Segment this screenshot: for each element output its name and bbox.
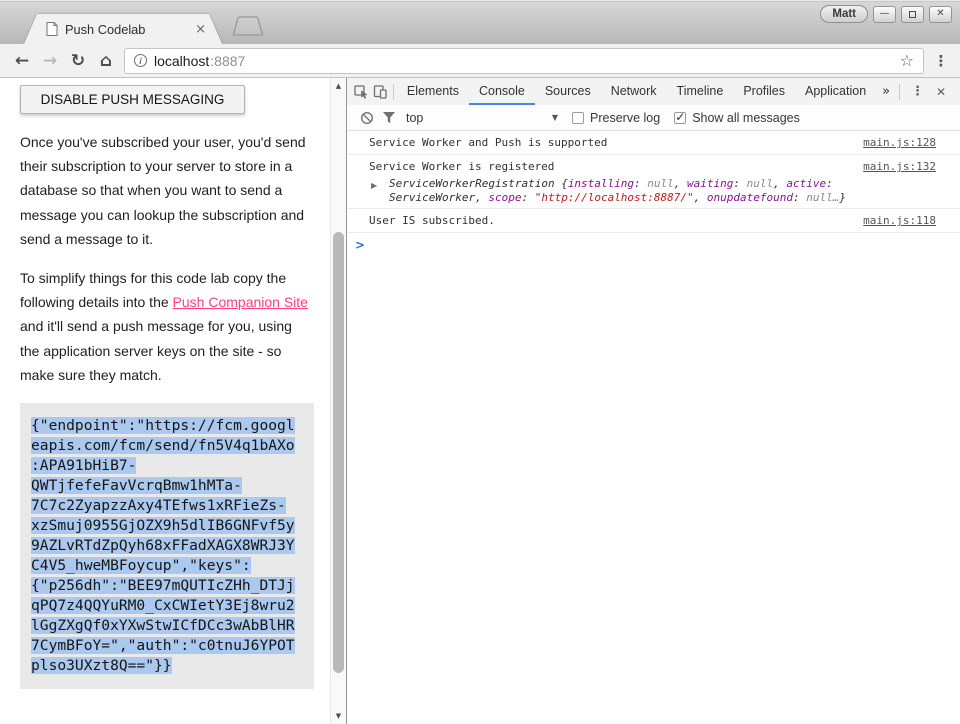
source-link[interactable]: main.js:118	[863, 213, 936, 228]
code-line: lGgZXgQf0xYXwStwICfDCc3wAbBlHR	[31, 616, 303, 636]
window-minimize-button[interactable]: —	[873, 6, 896, 23]
code-line: qPQ7z4QQYuRM0_CxCWIetY3Ej8wru2	[31, 596, 303, 616]
code-line: :APA91bHiB7-	[31, 456, 303, 476]
code-line: plso3UXzt8Q=="}}	[31, 656, 303, 676]
window-maximize-button[interactable]	[901, 6, 924, 23]
console-message-text: Service Worker is registered	[369, 160, 554, 173]
back-icon[interactable]: ←	[8, 51, 36, 71]
devtools-tabbar: ElementsConsoleSourcesNetworkTimelinePro…	[347, 78, 960, 105]
page-pane: DISABLE PUSH MESSAGING Once you've subsc…	[0, 78, 330, 724]
subscription-code-block[interactable]: {"endpoint":"https://fcm.googleapis.com/…	[20, 403, 314, 689]
code-line: 7CymBFoY=","auth":"c0tnuJ6YPOT	[31, 636, 303, 656]
home-icon[interactable]: ⌂	[92, 51, 120, 71]
console-log: Service Worker and Push is supported mai…	[347, 131, 960, 724]
context-label: top	[406, 111, 423, 125]
minimize-icon: —	[880, 9, 890, 19]
code-line: {"endpoint":"https://fcm.googl	[31, 416, 303, 436]
forward-icon[interactable]: →	[36, 51, 64, 71]
console-toolbar: top ▼ Preserve log Show all messages	[347, 105, 960, 131]
prompt-chevron-icon: >	[355, 238, 365, 252]
window-close-button[interactable]: ✕	[929, 6, 952, 23]
scrollbar-down-icon[interactable]: ▼	[331, 712, 346, 720]
code-line: 9AZLvRTdZpQyh68xFFadXAGX8WRJ3Y	[31, 536, 303, 556]
close-icon: ✕	[936, 9, 944, 19]
clear-console-icon[interactable]	[356, 111, 378, 125]
new-tab-button[interactable]	[230, 16, 264, 38]
code-line: xzSmuj0955GjOZX9h5dlIB6GNFvf5y	[31, 516, 303, 536]
devtools-tab-list: ElementsConsoleSourcesNetworkTimelinePro…	[397, 78, 876, 105]
paragraph-companion: To simplify things for this code lab cop…	[20, 266, 312, 387]
titlebar: Push Codelab × Matt — ✕	[0, 0, 960, 44]
console-message: Service Worker and Push is supported mai…	[347, 131, 960, 155]
address-bar[interactable]: i localhost :8887 ☆	[124, 48, 924, 74]
devtools-tab-network[interactable]: Network	[601, 78, 667, 105]
devtools-panel: ElementsConsoleSourcesNetworkTimelinePro…	[346, 78, 960, 724]
source-link[interactable]: main.js:132	[863, 159, 936, 174]
console-message-text: User IS subscribed.	[369, 214, 495, 227]
push-companion-link[interactable]: Push Companion Site	[173, 294, 308, 310]
inspect-element-icon[interactable]	[352, 84, 371, 99]
maximize-icon	[909, 11, 916, 18]
bookmark-star-icon[interactable]: ☆	[900, 51, 914, 70]
tab-close-icon[interactable]: ×	[195, 23, 206, 36]
console-message: User IS subscribed. main.js:118	[347, 209, 960, 233]
url-host: localhost	[154, 53, 209, 69]
nav-toolbar: ← → ↻ ⌂ i localhost :8887 ☆ ⋮	[0, 44, 960, 78]
paragraph-companion-after: and it'll send a push message for you, u…	[20, 318, 292, 382]
content-area: DISABLE PUSH MESSAGING Once you've subsc…	[0, 78, 960, 724]
code-line: eapis.com/fcm/send/fn5V4q1bAXo	[31, 436, 303, 456]
scrollbar-thumb[interactable]	[333, 232, 344, 673]
devtools-tab-elements[interactable]: Elements	[397, 78, 469, 105]
devtools-close-icon[interactable]: ✕	[932, 85, 955, 99]
page-info-icon[interactable]: i	[134, 54, 147, 67]
devtools-tab-console[interactable]: Console	[469, 78, 535, 105]
console-message: Service Worker is registered main.js:132…	[347, 155, 960, 209]
show-all-messages-label: Show all messages	[692, 111, 800, 125]
code-line: C4V5_hweMBFoycup","keys":	[31, 556, 303, 576]
device-toolbar-icon[interactable]	[371, 84, 390, 99]
source-link[interactable]: main.js:128	[863, 135, 936, 150]
code-line: QWTjfefeFavVcrqBmw1hMTa-	[31, 476, 303, 496]
toolbar-divider	[393, 84, 394, 100]
devtools-tab-application[interactable]: Application	[795, 78, 876, 105]
tab-title: Push Codelab	[65, 22, 188, 37]
profile-button[interactable]: Matt	[820, 5, 868, 23]
filter-icon[interactable]	[378, 111, 400, 124]
browser-window: Push Codelab × Matt — ✕ ← → ↻ ⌂ i localh…	[0, 0, 960, 724]
url-port: :8887	[210, 53, 245, 69]
object-preview-tokens: ServiceWorkerRegistration {installing: n…	[389, 177, 846, 204]
page-scrollbar[interactable]: ▲ ▼	[330, 78, 346, 724]
console-prompt[interactable]: >	[347, 233, 960, 257]
browser-tab[interactable]: Push Codelab ×	[24, 14, 222, 44]
devtools-menu-icon[interactable]: ⋮	[903, 84, 932, 99]
show-all-messages-checkbox[interactable]	[674, 112, 686, 124]
execution-context-selector[interactable]: top ▼	[406, 111, 558, 125]
paragraph-subscription: Once you've subscribed your user, you'd …	[20, 130, 312, 251]
devtools-tab-sources[interactable]: Sources	[535, 78, 601, 105]
reload-icon[interactable]: ↻	[64, 51, 92, 71]
preserve-log-label: Preserve log	[590, 111, 660, 125]
page-favicon	[46, 22, 58, 36]
expand-triangle-icon[interactable]: ▶	[371, 179, 377, 193]
code-line: {"p256dh":"BEE97mQUTIcZHh_DTJj	[31, 576, 303, 596]
code-line: 7C7c2ZyapzzAxy4TEfws1xRFieZs-	[31, 496, 303, 516]
chevron-down-icon: ▼	[552, 113, 558, 122]
devtools-tab-profiles[interactable]: Profiles	[733, 78, 795, 105]
toolbar-divider	[899, 84, 900, 100]
disable-push-button[interactable]: DISABLE PUSH MESSAGING	[20, 85, 245, 114]
more-tabs-icon[interactable]: »	[876, 84, 896, 99]
devtools-tab-timeline[interactable]: Timeline	[667, 78, 734, 105]
preserve-log-checkbox[interactable]	[572, 112, 584, 124]
object-preview[interactable]: ▶ ServiceWorkerRegistration {installing:…	[369, 177, 925, 204]
scrollbar-up-icon[interactable]: ▲	[331, 82, 346, 90]
console-message-text: Service Worker and Push is supported	[369, 136, 607, 149]
browser-menu-icon[interactable]: ⋮	[930, 52, 952, 70]
